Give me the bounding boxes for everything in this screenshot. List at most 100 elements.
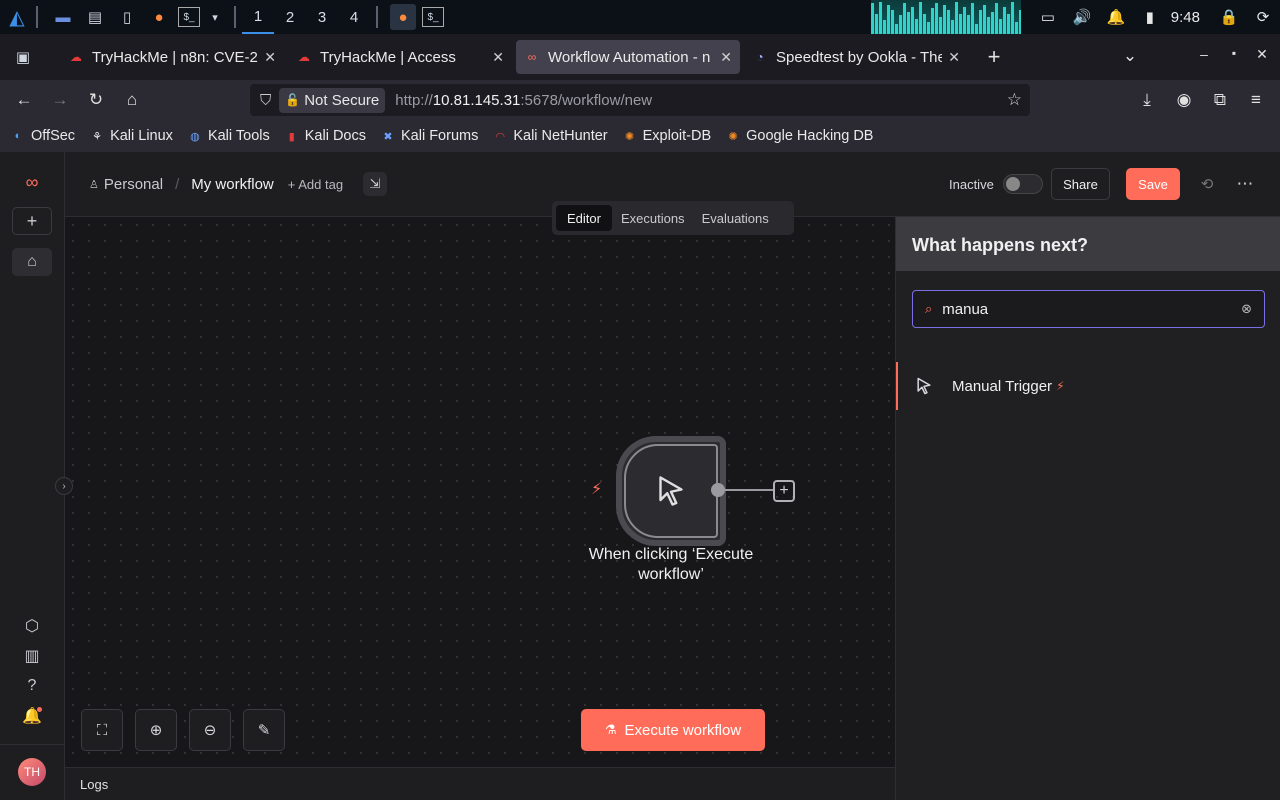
url-bar[interactable]: ⛉ 🔓 Not Secure http:// 10.81.145.31 :567… — [250, 84, 1030, 116]
volume-icon[interactable]: 🔊 — [1065, 8, 1099, 26]
bookmark-kali-linux[interactable]: ⚘ Kali Linux — [89, 128, 173, 144]
person-icon: ♙ — [89, 179, 99, 191]
create-button[interactable]: + — [12, 207, 52, 235]
bookmark-kali-tools[interactable]: ◍ Kali Tools — [187, 128, 270, 144]
tab-tryhackme-access[interactable]: ☁ TryHackMe | Access ✕ — [288, 40, 512, 74]
list-tabs-chevron-icon[interactable]: ⌄ — [1112, 46, 1148, 66]
expand-sidebar-button[interactable]: › — [55, 477, 73, 495]
bookmark-kali-docs[interactable]: ▮ Kali Docs — [284, 128, 366, 144]
bookmark-kali-forums[interactable]: ✖ Kali Forums — [380, 128, 478, 144]
visualizer-bar — [898, 15, 902, 34]
active-toggle[interactable] — [1003, 174, 1043, 194]
chevron-down-icon[interactable]: ▾ — [202, 4, 228, 30]
kali-dragon-icon: ⚘ — [92, 130, 102, 143]
import-icon[interactable]: ⇲ — [363, 172, 387, 196]
close-icon[interactable]: ✕ — [492, 49, 504, 66]
project-link[interactable]: Personal — [104, 176, 163, 193]
fit-view-button[interactable]: ⛶ — [81, 709, 123, 751]
tab-overview-icon[interactable]: ▣ — [10, 44, 36, 70]
tab-executions[interactable]: Executions — [612, 205, 694, 231]
close-icon[interactable]: ✕ — [948, 49, 960, 66]
security-indicator[interactable]: 🔓 Not Secure — [279, 87, 386, 113]
reload-icon[interactable]: ↻ — [78, 90, 114, 110]
forward-arrow-icon[interactable]: → — [42, 90, 78, 110]
new-tab-button[interactable]: + — [976, 44, 1012, 70]
templates-icon[interactable]: ⬡ — [12, 612, 52, 640]
shield-icon[interactable]: ⛉ — [260, 92, 271, 109]
desktop-icon[interactable]: ▬ — [50, 4, 76, 30]
tab-speedtest[interactable]: ◔ Speedtest by Ookla - The ✕ — [744, 40, 968, 74]
close-icon[interactable]: ✕ — [264, 49, 276, 66]
bookmark-google-hacking-db[interactable]: ✺ Google Hacking DB — [725, 128, 874, 144]
workspace-3[interactable]: 3 — [306, 0, 338, 34]
terminal-icon[interactable]: $_ — [178, 7, 200, 27]
flask-icon: ⚗ — [604, 722, 617, 737]
menu-hamburger-icon[interactable]: ≡ — [1238, 90, 1274, 110]
bookmark-kali-nethunter[interactable]: ◠ Kali NetHunter — [492, 128, 608, 144]
visualizer-bar — [906, 12, 910, 34]
node-search-field[interactable]: ⌕ manua ⊗ — [912, 290, 1265, 328]
visualizer-bar — [1014, 22, 1018, 34]
notifications-bell-icon[interactable]: 🔔 — [12, 702, 52, 730]
toggle-knob — [1006, 177, 1020, 191]
back-arrow-icon[interactable]: ← — [6, 90, 42, 110]
workflow-name[interactable]: My workflow — [191, 176, 274, 193]
clear-search-icon[interactable]: ⊗ — [1241, 301, 1252, 317]
workspace-4[interactable]: 4 — [338, 0, 370, 34]
battery-icon[interactable]: ▮ — [1133, 8, 1167, 26]
add-node-plus-button[interactable]: + — [773, 480, 795, 502]
tryhackme-favicon-icon: ☁ — [70, 50, 82, 64]
terminal-window-icon[interactable]: $_ — [422, 7, 444, 27]
bookmark-offsec[interactable]: ◐ OffSec — [10, 128, 75, 144]
list-item[interactable]: Manual Trigger ⚡ — [896, 362, 1280, 410]
visualizer-bar — [962, 7, 966, 34]
window-close-icon[interactable]: ✕ — [1244, 46, 1280, 63]
tidy-up-button[interactable]: ✎ — [243, 709, 285, 751]
workflow-canvas[interactable]: Editor Executions Evaluations ⚡ + When c… — [65, 201, 895, 767]
bookmark-star-icon[interactable]: ☆ — [1007, 90, 1022, 110]
trigger-bolt-icon: ⚡ — [591, 481, 603, 498]
more-options-button[interactable]: ⋯ — [1231, 168, 1259, 200]
output-connector-dot[interactable] — [711, 483, 725, 497]
avatar[interactable]: TH — [18, 758, 46, 786]
visualizer-bar — [874, 14, 878, 34]
extensions-icon[interactable]: ⧉ — [1202, 90, 1238, 110]
home-icon[interactable]: ⌂ — [12, 248, 52, 276]
text-editor-icon[interactable]: ▯ — [114, 4, 140, 30]
breadcrumb-separator: / — [175, 176, 180, 193]
add-tag-button[interactable]: + Add tag — [288, 177, 343, 192]
download-icon[interactable]: ⤓ — [1129, 90, 1165, 110]
help-icon[interactable]: ? — [12, 672, 52, 700]
insights-icon[interactable]: ▥ — [12, 642, 52, 670]
manual-trigger-node[interactable] — [616, 436, 726, 546]
account-icon[interactable]: ◉ — [1166, 90, 1202, 110]
home-icon[interactable]: ⌂ — [114, 90, 150, 110]
share-button[interactable]: Share — [1051, 168, 1110, 200]
bookmark-exploit-db[interactable]: ✺ Exploit-DB — [622, 128, 711, 144]
history-icon[interactable]: ⟲ — [1193, 168, 1221, 200]
zoom-out-button[interactable]: ⊖ — [189, 709, 231, 751]
firefox-window-icon[interactable]: ● — [390, 4, 416, 30]
file-manager-icon[interactable]: ▤ — [82, 4, 108, 30]
workspace-1[interactable]: 1 — [242, 0, 274, 34]
kali-menu-icon[interactable]: ◭ — [4, 4, 30, 30]
tab-evaluations[interactable]: Evaluations — [694, 205, 777, 231]
n8n-logo-icon[interactable]: ∞ — [12, 168, 52, 196]
tab-tryhackme-n8n[interactable]: ☁ TryHackMe | n8n: CVE-20 ✕ — [60, 40, 284, 74]
notification-bell-icon[interactable]: 🔔 — [1099, 8, 1133, 26]
zoom-in-button[interactable]: ⊕ — [135, 709, 177, 751]
logs-panel-toggle[interactable]: Logs — [65, 767, 895, 800]
tab-editor[interactable]: Editor — [556, 205, 612, 231]
power-icon[interactable]: ⟳ — [1246, 8, 1280, 26]
lock-icon[interactable]: 🔒 — [1212, 8, 1246, 26]
workspace-2[interactable]: 2 — [274, 0, 306, 34]
display-icon[interactable]: ▭ — [1031, 8, 1065, 26]
execute-workflow-button[interactable]: ⚗ Execute workflow — [581, 709, 765, 751]
close-icon[interactable]: ✕ — [720, 49, 732, 66]
save-button[interactable]: Save — [1126, 168, 1180, 200]
firefox-icon[interactable]: ● — [146, 4, 172, 30]
tab-workflow-automation[interactable]: ∞ Workflow Automation - n ✕ — [516, 40, 740, 74]
search-input[interactable]: manua — [942, 301, 1241, 318]
visualizer-bar — [1006, 14, 1010, 34]
url-host: 10.81.145.31 — [432, 91, 521, 109]
